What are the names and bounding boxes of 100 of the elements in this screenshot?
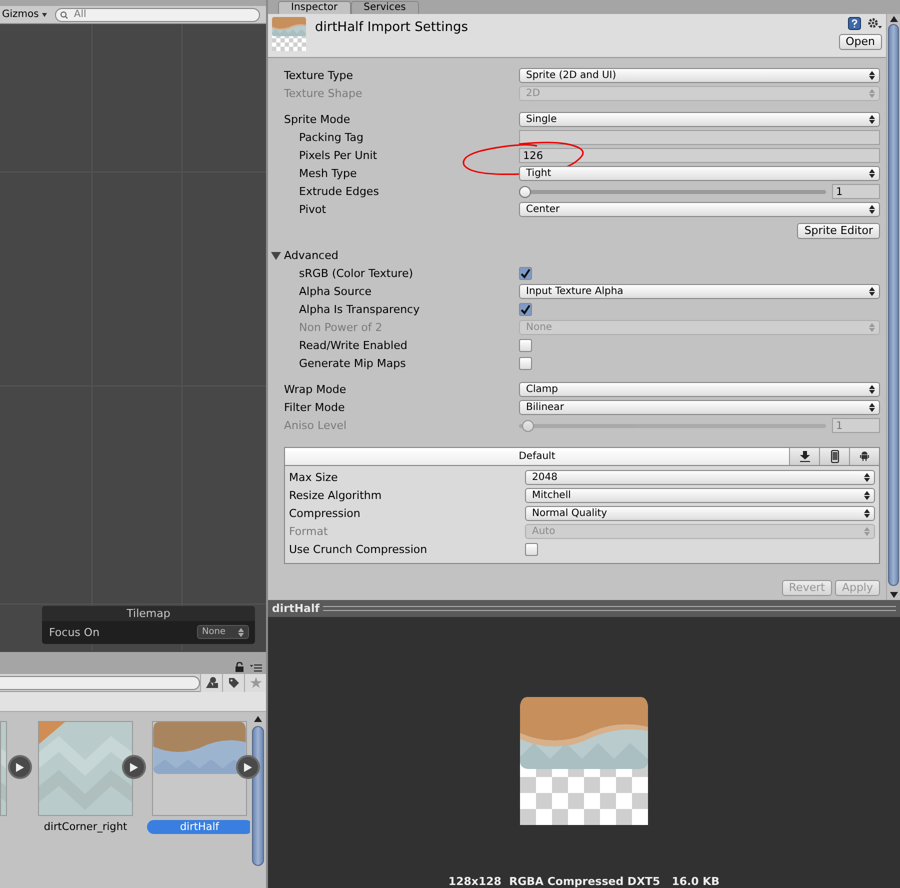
download-button[interactable] [789,448,819,465]
tag-icon [228,676,240,688]
field-label: Max Size [289,471,339,484]
scrollbar-thumb[interactable] [888,24,899,586]
field-label: Resize Algorithm [289,489,383,502]
field-label: Extrude Edges [298,185,380,198]
updown-arrows-icon [869,71,875,80]
search-field[interactable]: All [54,8,260,22]
field-label: Sprite Mode [284,113,352,126]
updown-arrows-icon [869,323,875,332]
mobile-button[interactable] [819,448,849,465]
download-icon [800,450,810,462]
dropdown[interactable]: Input Texture Alpha [519,284,880,300]
input-field[interactable] [519,130,880,146]
field-label: Format [289,525,329,538]
play-icon [130,762,138,772]
updown-arrows-icon [864,509,870,518]
updown-arrows-icon [869,115,875,124]
phone-icon [830,450,838,463]
star-icon [250,676,262,688]
field-label: Packing Tag [298,131,364,144]
filter-by-label-button[interactable] [222,674,244,692]
updown-arrows-icon [238,628,244,636]
field-label: Non Power of 2 [298,321,384,334]
search-field[interactable] [0,676,200,690]
dropdown[interactable]: Normal Quality [525,506,875,522]
inspector-title: dirtHalf Import Settings [315,18,469,37]
field-label: Use Crunch Compression [289,543,428,556]
updown-arrows-icon [869,385,875,394]
dropdown[interactable]: 2048 [525,470,875,486]
field-label: Mesh Type [298,167,358,180]
field-label: Texture Shape [284,87,364,100]
shapes-icon [206,677,218,688]
play-icon [16,762,24,772]
updown-arrows-icon [869,89,875,98]
scroll-up-icon[interactable] [254,716,262,722]
field-label: Alpha Is Transparency [298,303,421,316]
platform-tab[interactable]: Default [285,448,789,465]
dropdown[interactable]: Tight [519,166,880,182]
dropdown[interactable]: Center [519,202,880,218]
sprite-editor-button[interactable]: Sprite Editor [797,222,880,239]
field-label: Pivot [298,203,328,216]
checkbox[interactable] [519,267,532,280]
robot-icon [860,451,869,462]
help-icon[interactable] [848,16,861,30]
updown-arrows-icon [864,491,870,500]
overlay-label: Focus On [49,626,100,638]
settings-icon[interactable] [867,16,882,30]
dropdown[interactable]: Mitchell [525,488,875,504]
play-button[interactable] [122,755,146,779]
slider-thumb[interactable] [519,186,532,198]
gizmos-dropdown[interactable]: Gizmos [0,9,49,20]
checkbox[interactable] [519,303,532,316]
asset-name[interactable]: dirtCorner_right [32,820,138,834]
field-label: Aniso Level [284,419,348,432]
checkmark-icon [520,268,531,280]
android-button[interactable] [849,448,879,465]
updown-arrows-icon [864,473,870,482]
play-button[interactable] [8,755,32,779]
triangle-icon [271,251,281,260]
lock-icon[interactable] [235,662,244,672]
asset-thumbnail[interactable] [152,721,247,816]
preview-title: dirtHalf [272,602,320,615]
panel-tab[interactable]: Inspector [278,0,351,14]
advanced-foldout[interactable]: Advanced [271,249,338,262]
field-label: Alpha Source [298,285,373,298]
filter-by-type-button[interactable] [200,674,222,692]
field-label: Compression [289,507,362,520]
sprite-preview-icon [272,16,306,51]
field-label: Read/Write Enabled [298,339,408,352]
checkbox[interactable] [519,339,532,352]
dropdown[interactable]: Bilinear [519,400,880,416]
search-icon [60,10,70,18]
updown-arrows-icon [869,205,875,214]
panel-tab[interactable]: Services [350,0,419,14]
open-button[interactable]: Open [838,34,882,50]
scrollbar-thumb[interactable] [252,726,264,866]
texture-info: 128x128 RGBA Compressed DXT5 16.0 KB [448,874,720,888]
number-field[interactable]: 1 [832,184,880,200]
focus-dropdown[interactable]: None [197,625,249,639]
caret-icon [42,12,47,16]
updown-arrows-icon [869,403,875,412]
checkbox[interactable] [519,357,532,370]
field-label: Pixels Per Unit [298,149,378,162]
checkbox[interactable] [525,543,538,556]
updown-arrows-icon [869,169,875,178]
dropdown[interactable]: Single [519,112,880,128]
asset-name[interactable]: dirtHalf [146,820,252,834]
dropdown[interactable]: Sprite (2D and UI) [519,68,880,84]
input-field[interactable]: 126 [519,148,880,164]
checkmark-icon [520,304,531,316]
updown-arrows-icon [869,287,875,296]
updown-arrows-icon [864,527,870,536]
field-label: Filter Mode [284,401,346,414]
field-label: Wrap Mode [284,383,348,396]
field-label: Generate Mip Maps [298,357,407,370]
overlay-title: Tilemap [42,606,255,621]
menu-icon[interactable] [250,664,262,672]
field-label: Texture Type [284,69,354,82]
dropdown[interactable]: Clamp [519,382,880,398]
